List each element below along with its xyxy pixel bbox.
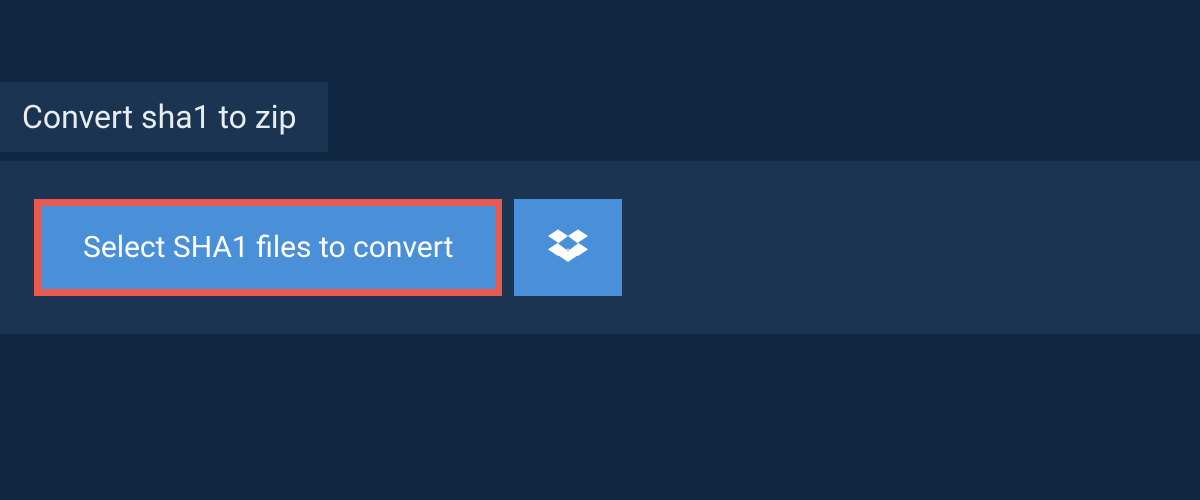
tab-title: Convert sha1 to zip bbox=[0, 82, 328, 152]
dropbox-button[interactable] bbox=[514, 199, 622, 296]
tab-title-text: Convert sha1 to zip bbox=[22, 98, 296, 136]
select-files-label: Select SHA1 files to convert bbox=[83, 230, 453, 265]
dropbox-icon bbox=[548, 226, 588, 270]
upload-panel: Select SHA1 files to convert bbox=[0, 161, 1200, 334]
select-files-button[interactable]: Select SHA1 files to convert bbox=[34, 199, 502, 296]
